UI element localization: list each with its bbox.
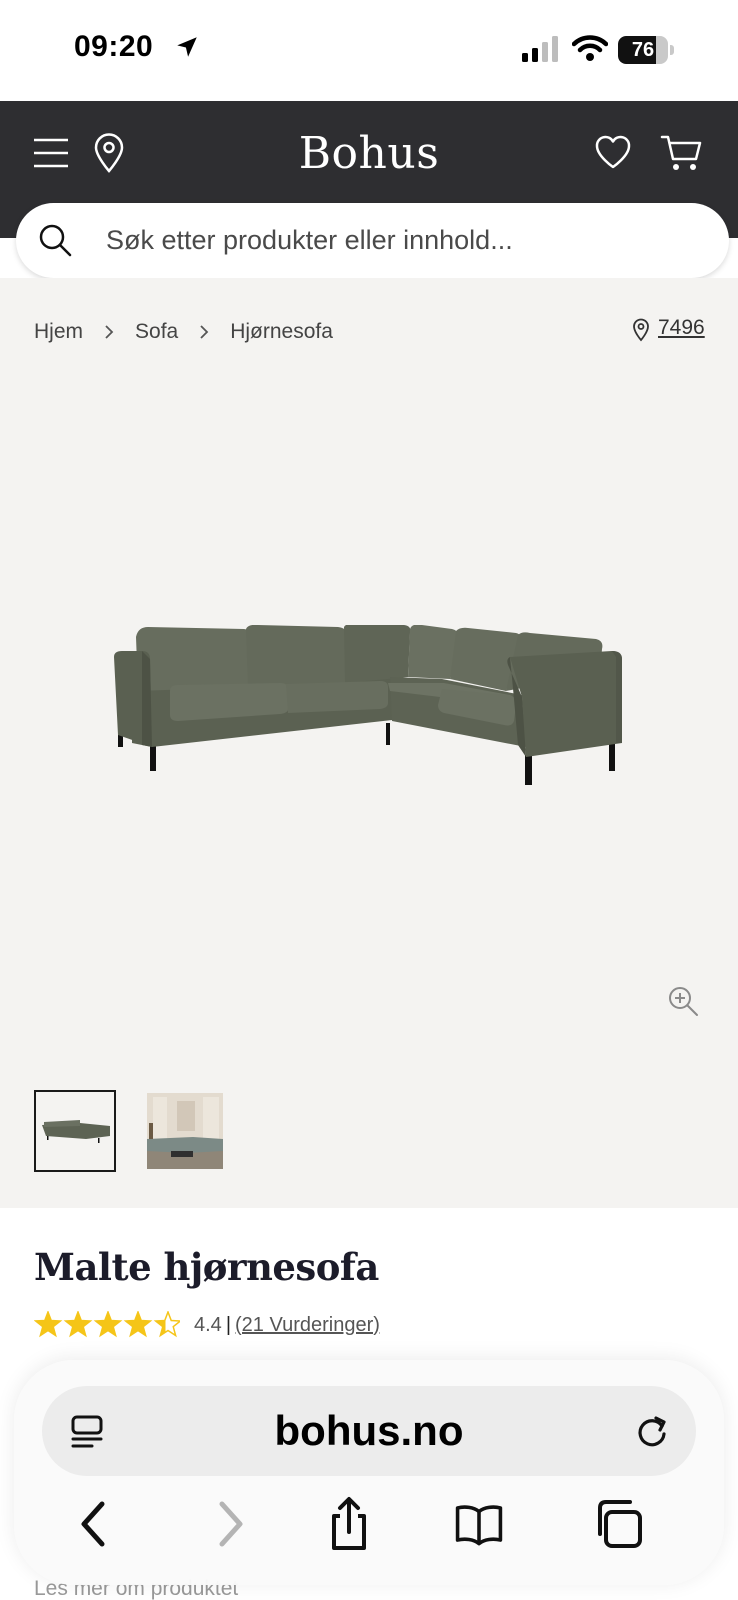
thumbnail-sofa-image (36, 1092, 114, 1170)
rating-separator: | (225, 1313, 232, 1336)
breadcrumb: Hjem Sofa Hjørnesofa (34, 317, 333, 347)
product-image[interactable] (112, 625, 640, 805)
back-icon[interactable] (70, 1496, 120, 1552)
address-bar[interactable]: bohus.no (42, 1386, 696, 1476)
rating-star (93, 1311, 123, 1338)
cellular-signal-icon (522, 36, 558, 62)
cart-icon[interactable] (660, 133, 702, 173)
chevron-right-icon (200, 325, 209, 339)
rating-value: 4.4 (194, 1313, 222, 1336)
search-bar[interactable] (16, 203, 729, 278)
rating-star (123, 1311, 153, 1338)
rating-stars-icon (34, 1311, 180, 1338)
battery-indicator: 76 (618, 36, 674, 64)
breadcrumb-sofa[interactable]: Sofa (135, 320, 178, 344)
tabs-icon[interactable] (594, 1496, 644, 1552)
product-title: Malte hjørnesofa (34, 1245, 379, 1289)
bookmarks-icon[interactable] (454, 1496, 504, 1552)
breadcrumb-home[interactable]: Hjem (34, 320, 83, 344)
share-icon[interactable] (324, 1496, 374, 1552)
rating-star (153, 1311, 180, 1338)
status-bar: 09:20 76 (0, 0, 738, 101)
store-pin-icon (633, 318, 649, 342)
rating-star (63, 1311, 93, 1338)
forward-icon[interactable] (204, 1496, 254, 1552)
zoom-in-icon[interactable] (667, 985, 699, 1017)
reviews-link[interactable]: (21 Vurderinger) (235, 1314, 380, 1337)
thumbnail-room-image (147, 1093, 223, 1169)
search-icon (39, 224, 72, 257)
battery-level: 76 (631, 39, 655, 61)
thumbnail-sofa[interactable] (34, 1090, 116, 1172)
breadcrumb-corner-sofa[interactable]: Hjørnesofa (230, 320, 333, 344)
reader-mode-icon[interactable] (70, 1414, 104, 1450)
store-code-link[interactable]: 7496 (658, 316, 705, 340)
search-input[interactable] (106, 203, 666, 278)
thumbnail-room[interactable] (147, 1093, 223, 1169)
url-text[interactable]: bohus.no (42, 1386, 696, 1476)
location-arrow-icon (177, 37, 197, 57)
rating-star (34, 1311, 63, 1338)
chevron-right-icon (105, 325, 114, 339)
wifi-icon (572, 35, 608, 61)
browser-toolbar: bohus.no (14, 1360, 724, 1585)
wishlist-heart-icon[interactable] (594, 134, 632, 170)
reload-icon[interactable] (634, 1412, 670, 1450)
status-time: 09:20 (74, 30, 154, 63)
rating-row: 4.4 | (21 Vurderinger) (34, 1310, 380, 1340)
